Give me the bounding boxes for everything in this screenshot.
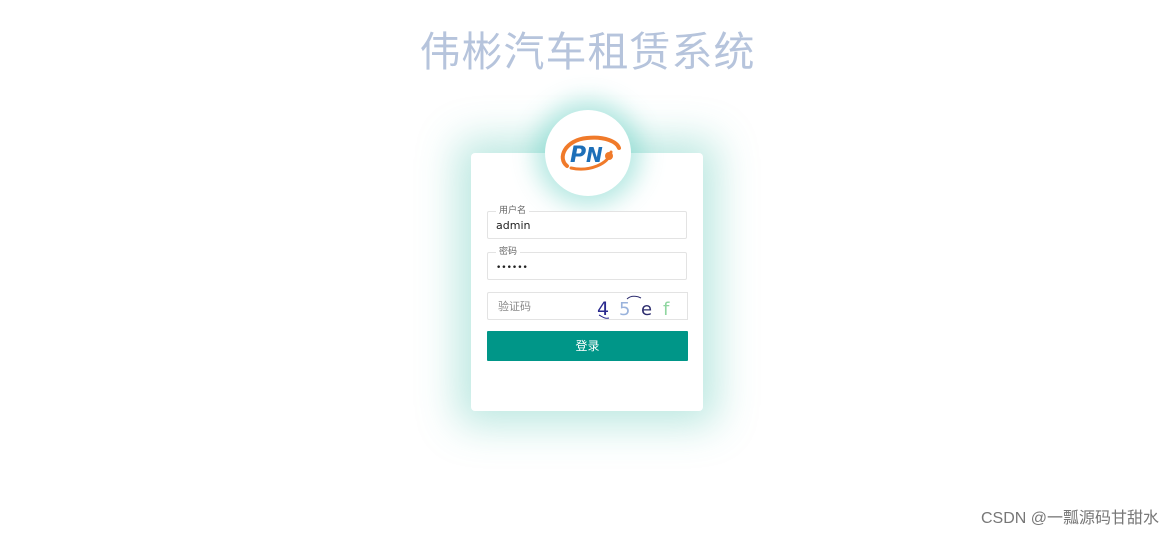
captcha-char: 5 (619, 299, 630, 320)
svg-text:P: P (570, 143, 586, 168)
username-label: 用户名 (496, 205, 530, 217)
login-page: 伟彬汽车租赁系统 P N 用户名 admin 密码 •••••• 4 5 e f… (0, 0, 1175, 538)
logo: P N (545, 110, 631, 196)
password-label: 密码 (496, 246, 521, 258)
captcha-char: f (663, 299, 670, 320)
logo-icon: P N (560, 135, 621, 171)
watermark: CSDN @一瓢源码甘甜水 (980, 510, 1159, 527)
login-button[interactable]: 登录 (487, 331, 688, 361)
page-title: 伟彬汽车租赁系统 (419, 28, 756, 76)
captcha-image[interactable]: 4 5 e f (597, 292, 688, 320)
password-field[interactable]: 密码 •••••• (487, 246, 687, 280)
username-value: admin (496, 219, 531, 232)
captcha-char: 4 (597, 298, 609, 320)
svg-text:N: N (586, 143, 603, 167)
username-field[interactable]: 用户名 admin (487, 205, 687, 239)
password-value: •••••• (496, 263, 528, 273)
captcha-input[interactable] (487, 292, 597, 320)
captcha-char: e (641, 299, 652, 320)
